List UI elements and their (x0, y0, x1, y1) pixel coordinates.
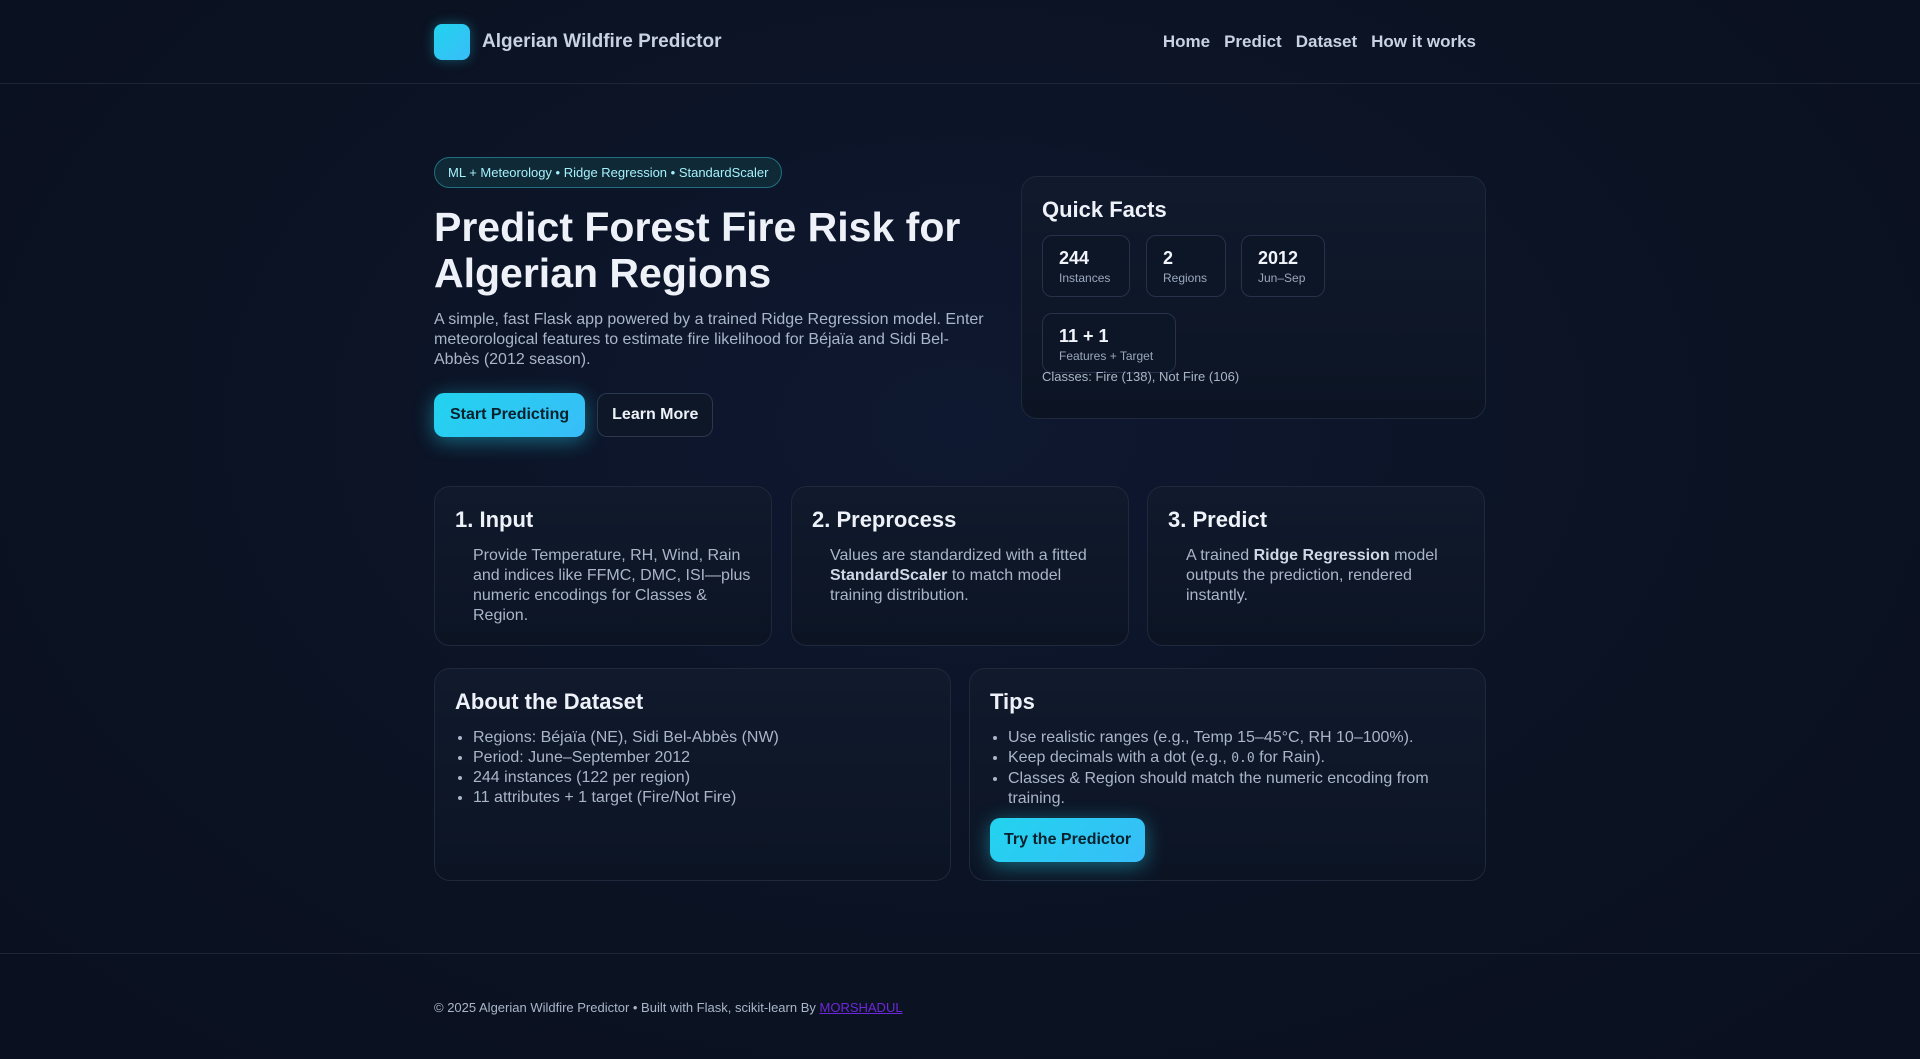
step-text: Values are standardized with a fitted St… (830, 546, 1110, 606)
stat-value: 244 (1059, 248, 1090, 268)
brand[interactable]: Algerian Wildfire Predictor (434, 24, 722, 60)
stat-year: 2012 Jun–Sep (1241, 235, 1325, 297)
list-item: 244 instances (122 per region) (473, 768, 932, 788)
stat-label: Features + Target (1059, 349, 1154, 363)
hero-section: ML + Meteorology • Ridge Regression • St… (434, 157, 994, 370)
brand-name: Algerian Wildfire Predictor (482, 31, 722, 52)
step-text-pre: Values are standardized with a fitted (830, 547, 1087, 564)
quick-facts-card: Quick Facts 244 Instances 2 Regions 2012… (1021, 176, 1486, 419)
about-dataset-title: About the Dataset (455, 689, 644, 714)
classes-note: Classes: Fire (138), Not Fire (106) (1042, 369, 1240, 384)
stat-value: 2 (1163, 248, 1174, 268)
tech-pill-badge: ML + Meteorology • Ridge Regression • St… (434, 157, 783, 188)
step-preprocess-card: 2. Preprocess Values are standardized wi… (791, 486, 1129, 646)
step-text: Provide Temperature, RH, Wind, Rain and … (473, 547, 751, 624)
list-item: Period: June–September 2012 (473, 748, 932, 768)
list-item: Regions: Béjaïa (NE), Sidi Bel-Abbès (NW… (473, 728, 932, 748)
step-title: 1. Input (455, 507, 534, 532)
hero-description: A simple, fast Flask app powered by a tr… (434, 311, 984, 368)
step-title: 2. Preprocess (812, 507, 957, 532)
list-item: Classes & Region should match the numeri… (1008, 769, 1467, 809)
tips-card: Tips Use realistic ranges (e.g., Temp 15… (969, 668, 1486, 881)
quick-facts-title: Quick Facts (1042, 197, 1167, 222)
stat-label: Instances (1059, 271, 1111, 285)
top-navbar: Algerian Wildfire Predictor Home Predict… (0, 0, 1920, 84)
tips-title: Tips (990, 689, 1035, 714)
stat-label: Regions (1163, 271, 1208, 285)
step-text: A trained Ridge Regression model outputs… (1186, 546, 1466, 606)
learn-more-button[interactable]: Learn More (597, 393, 714, 437)
tip-code: 0.0 (1231, 751, 1255, 766)
start-predicting-button[interactable]: Start Predicting (434, 393, 586, 437)
try-predictor-button[interactable]: Try the Predictor (990, 818, 1146, 862)
footer-text: © 2025 Algerian Wildfire Predictor • Bui… (434, 1000, 903, 1015)
list-item: Use realistic ranges (e.g., Temp 15–45°C… (1008, 728, 1467, 748)
hero-title: Predict Forest Fire Risk for Algerian Re… (434, 204, 994, 296)
step-title: 3. Predict (1168, 507, 1268, 532)
nav-predict-link[interactable]: Predict (1224, 32, 1282, 52)
tips-list: Use realistic ranges (e.g., Temp 15–45°C… (1008, 728, 1467, 809)
step-predict-card: 3. Predict A trained Ridge Regression mo… (1147, 486, 1485, 646)
stat-value: 11 + 1 (1059, 326, 1109, 346)
nav-dataset-link[interactable]: Dataset (1296, 32, 1357, 52)
stat-regions: 2 Regions (1146, 235, 1226, 297)
list-item: Keep decimals with a dot (e.g., 0.0 for … (1008, 748, 1467, 769)
stat-instances: 244 Instances (1042, 235, 1130, 297)
hero-buttons: Start Predicting Learn More (434, 393, 714, 437)
about-dataset-card: About the Dataset Regions: Béjaïa (NE), … (434, 668, 951, 881)
nav-home-link[interactable]: Home (1163, 32, 1210, 52)
step-text-pre: A trained (1186, 547, 1254, 564)
hero-title-line2: Algerian Regions (434, 250, 772, 296)
stat-value: 2012 (1258, 248, 1299, 268)
tip-text: Keep decimals with a dot (e.g., (1008, 749, 1232, 766)
step-input-card: 1. Input Provide Temperature, RH, Wind, … (434, 486, 772, 646)
hero-title-line1: Predict Forest Fire Risk for (434, 204, 961, 250)
main-nav: Home Predict Dataset How it works (1163, 32, 1476, 52)
footer: © 2025 Algerian Wildfire Predictor • Bui… (0, 953, 1920, 1059)
author-link[interactable]: MORSHADUL (820, 1000, 903, 1015)
footer-copyright: © 2025 Algerian Wildfire Predictor • Bui… (434, 1000, 820, 1015)
stat-features: 11 + 1 Features + Target (1042, 313, 1176, 373)
nav-how-it-works-link[interactable]: How it works (1371, 32, 1476, 52)
dataset-list: Regions: Béjaïa (NE), Sidi Bel-Abbès (NW… (473, 728, 932, 808)
list-item: 11 attributes + 1 target (Fire/Not Fire) (473, 788, 932, 808)
stat-label: Jun–Sep (1258, 271, 1306, 285)
brand-logo-icon (434, 24, 470, 60)
tip-text: for Rain). (1254, 749, 1325, 766)
step-text-bold: Ridge Regression (1253, 547, 1390, 564)
step-text-bold: StandardScaler (830, 567, 948, 584)
